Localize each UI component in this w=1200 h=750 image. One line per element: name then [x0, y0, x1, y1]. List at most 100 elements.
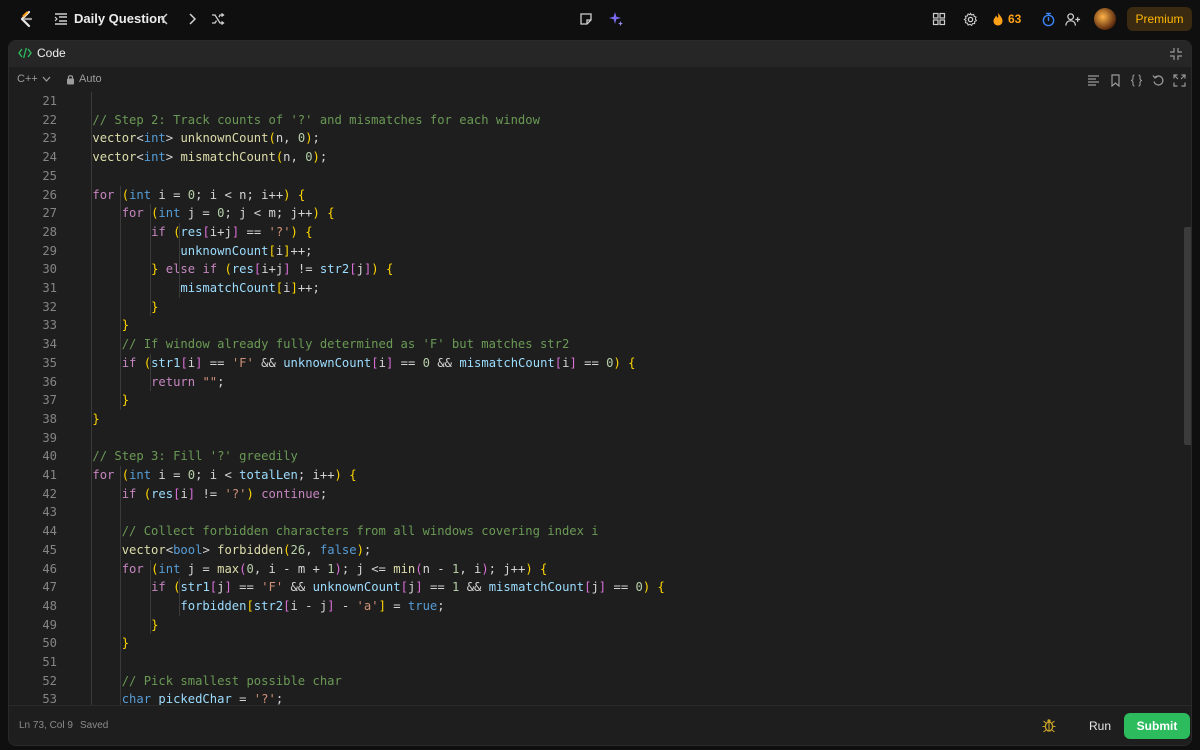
- code-text[interactable]: // Collect forbidden characters from all…: [63, 522, 599, 541]
- code-line[interactable]: 43: [9, 503, 1179, 522]
- code-text[interactable]: for (int i = 0; i < n; i++) {: [63, 186, 305, 205]
- code-text[interactable]: }: [63, 634, 129, 653]
- code-line[interactable]: 45 vector<bool> forbidden(26, false);: [9, 541, 1179, 560]
- submit-button[interactable]: Submit: [1124, 713, 1190, 739]
- code-line[interactable]: 44 // Collect forbidden characters from …: [9, 522, 1179, 541]
- code-text[interactable]: vector<int> mismatchCount(n, 0);: [63, 148, 327, 167]
- code-line[interactable]: 49 }: [9, 616, 1179, 635]
- code-line[interactable]: 40 // Step 3: Fill '?' greedily: [9, 447, 1179, 466]
- code-text[interactable]: // Pick smallest possible char: [63, 672, 342, 691]
- next-problem-button[interactable]: [182, 9, 202, 29]
- format-code-icon[interactable]: [1087, 74, 1100, 87]
- leetcode-logo-icon[interactable]: [16, 9, 36, 29]
- code-tab-label: Code: [37, 46, 66, 60]
- reset-code-icon[interactable]: [1152, 74, 1165, 87]
- code-tab[interactable]: Code: [18, 46, 66, 60]
- code-text[interactable]: for (int j = 0; j < m; j++) {: [63, 204, 335, 223]
- code-line[interactable]: 21: [9, 92, 1179, 111]
- code-line[interactable]: 48 forbidden[str2[i - j] - 'a'] = true;: [9, 597, 1179, 616]
- code-text[interactable]: vector<int> unknownCount(n, 0);: [63, 129, 320, 148]
- shuffle-icon: [212, 12, 225, 26]
- premium-button[interactable]: Premium: [1127, 7, 1192, 31]
- line-number: 45: [42, 542, 57, 557]
- code-text[interactable]: for (int j = max(0, i - m + 1); j <= min…: [63, 560, 548, 579]
- code-text[interactable]: // Step 3: Fill '?' greedily: [63, 447, 297, 466]
- run-button[interactable]: Run: [1071, 713, 1129, 739]
- code-text[interactable]: }: [63, 410, 99, 429]
- code-text[interactable]: if (res[i] != '?') continue;: [63, 485, 328, 504]
- notes-button[interactable]: [576, 9, 596, 29]
- code-text[interactable]: } else if (res[i+j] != str2[j]) {: [63, 260, 393, 279]
- layout-button[interactable]: [929, 9, 949, 29]
- code-line[interactable]: 50 }: [9, 634, 1179, 653]
- code-line[interactable]: 26 for (int i = 0; i < n; i++) {: [9, 186, 1179, 205]
- code-editor[interactable]: 21 22 // Step 2: Track counts of '?' and …: [9, 91, 1191, 707]
- code-line[interactable]: 38 }: [9, 410, 1179, 429]
- avatar[interactable]: [1094, 8, 1116, 30]
- fullscreen-icon[interactable]: [1173, 74, 1186, 87]
- collapse-panel-icon[interactable]: [1169, 47, 1183, 61]
- code-line[interactable]: 29 unknownCount[i]++;: [9, 242, 1179, 261]
- code-line[interactable]: 37 }: [9, 391, 1179, 410]
- timer-icon: [1042, 12, 1054, 26]
- line-number: 51: [42, 655, 57, 669]
- code-line[interactable]: 30 } else if (res[i+j] != str2[j]) {: [9, 260, 1179, 279]
- line-number: 30: [42, 262, 57, 277]
- code-line[interactable]: 36 return "";: [9, 373, 1179, 392]
- code-line[interactable]: 27 for (int j = 0; j < m; j++) {: [9, 204, 1179, 223]
- code-line[interactable]: 25: [9, 167, 1179, 186]
- code-text[interactable]: mismatchCount[i]++;: [63, 279, 319, 298]
- code-line[interactable]: 33 }: [9, 316, 1179, 335]
- code-line[interactable]: 39: [9, 429, 1179, 448]
- code-line[interactable]: 46 for (int j = max(0, i - m + 1); j <= …: [9, 560, 1179, 579]
- ai-assistant-button[interactable]: [606, 9, 626, 29]
- editor-scrollbar[interactable]: [1183, 91, 1191, 707]
- code-line[interactable]: 32 }: [9, 298, 1179, 317]
- code-text[interactable]: }: [63, 316, 129, 335]
- code-line[interactable]: 42 if (res[i] != '?') continue;: [9, 485, 1179, 504]
- invite-friend-button[interactable]: [1063, 9, 1083, 29]
- code-text[interactable]: vector<bool> forbidden(26, false);: [63, 541, 372, 560]
- language-selector[interactable]: C++: [17, 73, 51, 85]
- debugger-icon[interactable]: [1041, 717, 1057, 733]
- streak-counter[interactable]: 63: [992, 9, 1021, 29]
- code-text[interactable]: if (str1[j] == 'F' && unknownCount[j] ==…: [63, 578, 665, 597]
- editor-toolbar: C++ Auto: [9, 67, 1191, 93]
- curly-braces-icon[interactable]: [1130, 74, 1143, 87]
- line-number: 36: [42, 374, 57, 389]
- code-text[interactable]: if (res[i+j] == '?') {: [63, 223, 313, 242]
- line-number: 31: [42, 281, 57, 295]
- prev-problem-button[interactable]: [155, 9, 175, 29]
- code-line[interactable]: 34 // If window already fully determined…: [9, 335, 1179, 354]
- code-text[interactable]: unknownCount[i]++;: [63, 242, 312, 261]
- code-line[interactable]: 22 // Step 2: Track counts of '?' and mi…: [9, 111, 1179, 130]
- code-text[interactable]: // Step 2: Track counts of '?' and misma…: [63, 111, 540, 130]
- code-text[interactable]: }: [63, 298, 158, 317]
- code-line[interactable]: 23 vector<int> unknownCount(n, 0);: [9, 129, 1179, 148]
- code-line[interactable]: 51: [9, 653, 1179, 672]
- code-line[interactable]: 28 if (res[i+j] == '?') {: [9, 223, 1179, 242]
- problem-list-icon[interactable]: [54, 12, 68, 26]
- line-number: 24: [42, 150, 57, 165]
- code-line[interactable]: 31 mismatchCount[i]++;: [9, 279, 1179, 298]
- code-panel: Code C++ Auto 21 22 // Step 2: Track cou…: [8, 40, 1192, 746]
- autocomplete-mode[interactable]: Auto: [66, 73, 102, 85]
- line-number: 49: [42, 617, 57, 632]
- code-line[interactable]: 52 // Pick smallest possible char: [9, 672, 1179, 691]
- code-text[interactable]: }: [63, 391, 129, 410]
- scrollbar-thumb[interactable]: [1184, 227, 1191, 445]
- code-text[interactable]: // If window already fully determined as…: [63, 335, 570, 354]
- timer-button[interactable]: [1038, 9, 1058, 29]
- line-number: 28: [42, 224, 57, 239]
- code-line[interactable]: 41 for (int i = 0; i < totalLen; i++) {: [9, 466, 1179, 485]
- code-text[interactable]: for (int i = 0; i < totalLen; i++) {: [63, 466, 356, 485]
- code-line[interactable]: 47 if (str1[j] == 'F' && unknownCount[j]…: [9, 578, 1179, 597]
- code-text[interactable]: }: [63, 616, 158, 635]
- daily-question-title[interactable]: Daily Question: [74, 11, 165, 26]
- code-line[interactable]: 35 if (str1[i] == 'F' && unknownCount[i]…: [9, 354, 1179, 373]
- random-problem-button[interactable]: [208, 9, 228, 29]
- bookmark-icon[interactable]: [1109, 74, 1122, 87]
- code-text[interactable]: return "";: [63, 373, 224, 392]
- code-line[interactable]: 24 vector<int> mismatchCount(n, 0);: [9, 148, 1179, 167]
- settings-button[interactable]: [960, 9, 980, 29]
